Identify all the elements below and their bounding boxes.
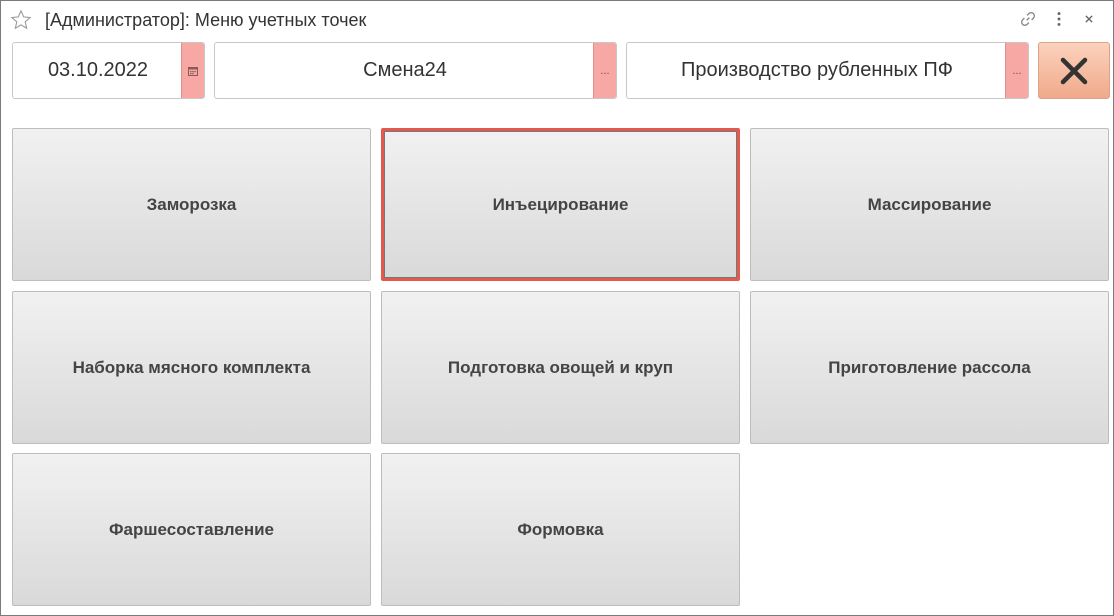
tile-molding[interactable]: Формовка: [381, 453, 740, 606]
window-title: [Администратор]: Меню учетных точек: [45, 10, 367, 30]
tile-massaging[interactable]: Массирование: [750, 128, 1109, 281]
title-bar: [Администратор]: Меню учетных точек: [1, 1, 1113, 37]
production-field[interactable]: Производство рубленных ПФ ...: [626, 42, 1029, 99]
more-options-icon[interactable]: [1050, 10, 1068, 28]
production-select-button[interactable]: ...: [1005, 43, 1028, 98]
close-button[interactable]: [1038, 42, 1110, 99]
tile-freezing[interactable]: Заморозка: [12, 128, 371, 281]
date-picker-button[interactable]: [181, 43, 204, 98]
tile-vegetables-grains-prep[interactable]: Подготовка овощей и круп: [381, 291, 740, 444]
tile-injection[interactable]: Инъецирование: [381, 128, 740, 281]
shift-select-button[interactable]: ...: [593, 43, 616, 98]
app-window: [Администратор]: Меню учетных точек 03.1…: [0, 0, 1114, 616]
tile-mince-composition[interactable]: Фаршесоставление: [12, 453, 371, 606]
date-field[interactable]: 03.10.2022: [12, 42, 205, 99]
tile-brine-preparation[interactable]: Приготовление рассола: [750, 291, 1109, 444]
production-value: Производство рубленных ПФ: [680, 59, 954, 81]
link-icon[interactable]: [1019, 10, 1037, 28]
close-window-icon[interactable]: [1080, 10, 1098, 28]
tile-meat-set-assembly[interactable]: Наборка мясного комплекта: [12, 291, 371, 444]
shift-value: Смена24: [363, 59, 447, 81]
shift-field[interactable]: Смена24 ...: [214, 42, 617, 99]
close-x-icon: [1060, 57, 1088, 84]
date-value: 03.10.2022: [47, 59, 149, 81]
calendar-icon: [188, 66, 198, 76]
favorite-star-icon[interactable]: [10, 9, 32, 31]
